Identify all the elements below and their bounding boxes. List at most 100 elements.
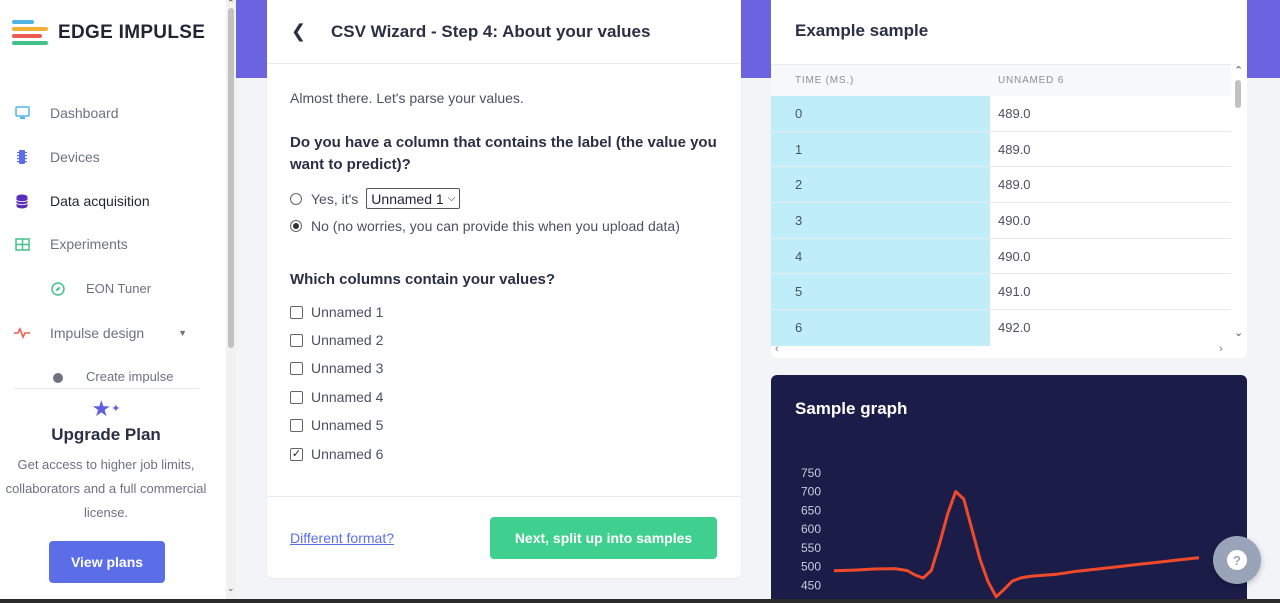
caret-down-icon[interactable]: ▼ <box>178 328 187 338</box>
sidebar-item-label: EON Tuner <box>86 281 152 296</box>
series-line <box>833 490 1200 599</box>
sidebar-item-label: Devices <box>50 149 100 165</box>
time-cell: 3 <box>771 203 990 238</box>
sidebar: EDGE IMPULSE Dashboard Devices Data acqu… <box>0 0 226 603</box>
table-icon <box>14 236 30 252</box>
table-row: 6 492.0 <box>771 310 1231 346</box>
sidebar-divider <box>14 388 199 389</box>
sidebar-item-impulse-design[interactable]: Impulse design ▼ <box>14 325 187 341</box>
value-cell: 489.0 <box>998 177 1031 193</box>
scroll-right-icon[interactable]: › <box>1219 343 1223 355</box>
column-checkbox-unnamed-6[interactable]: ✓ Unnamed 6 <box>290 446 383 462</box>
value-cell: 492.0 <box>998 320 1031 336</box>
help-button[interactable]: ? <box>1213 536 1261 584</box>
scroll-up-icon[interactable]: ⌃ <box>1234 64 1243 77</box>
scroll-down-icon[interactable]: ⌄ <box>227 583 235 594</box>
checkbox[interactable] <box>290 390 303 404</box>
pulse-icon <box>14 325 30 341</box>
chip-icon <box>14 149 30 165</box>
card-footer-divider <box>267 496 741 497</box>
table-row: 3 490.0 <box>771 203 1231 239</box>
sidebar-item-create-impulse[interactable]: Create impulse <box>50 369 173 383</box>
label-option-no[interactable]: No (no worries, you can provide this whe… <box>290 218 680 234</box>
column-checkbox-unnamed-5[interactable]: Unnamed 5 <box>290 417 383 433</box>
different-format-link[interactable]: Different format? <box>290 530 394 546</box>
table-vertical-scrollbar[interactable]: ⌃ ⌄ <box>1231 64 1247 344</box>
checkbox-label: Unnamed 2 <box>311 332 384 348</box>
upgrade-title: Upgrade Plan <box>51 425 161 444</box>
upgrade-panel: ★✦ Upgrade Plan Get access to higher job… <box>0 396 212 525</box>
table-row: 1 489.0 <box>771 131 1231 168</box>
checkbox-label: Unnamed 6 <box>311 446 384 462</box>
label-option-yes[interactable]: Yes, it's Unnamed 1 ⌵ <box>290 188 461 209</box>
option-yes-label: Yes, it's <box>311 190 359 207</box>
checkbox-label: Unnamed 5 <box>311 417 384 433</box>
scrollbar-thumb[interactable] <box>228 8 234 348</box>
checkbox-checked[interactable]: ✓ <box>290 447 303 461</box>
select-value: Unnamed 1 <box>371 190 444 207</box>
time-cell: 5 <box>771 274 990 310</box>
taskbar-strip <box>0 599 1280 603</box>
sidebar-item-label: Data acquisition <box>50 193 150 209</box>
y-tick-label: 550 <box>801 541 821 555</box>
radio-yes[interactable] <box>290 192 302 205</box>
column-header-time: TIME (MS.) <box>795 75 855 86</box>
value-cell: 490.0 <box>998 248 1031 264</box>
time-cell: 6 <box>771 310 990 346</box>
sidebar-item-data-acquisition[interactable]: Data acquisition <box>14 193 150 209</box>
sidebar-item-experiments[interactable]: Experiments <box>14 236 128 252</box>
column-checkbox-unnamed-1[interactable]: Unnamed 1 <box>290 304 383 320</box>
table-row: 4 490.0 <box>771 238 1231 275</box>
sidebar-item-dashboard[interactable]: Dashboard <box>14 105 119 121</box>
sidebar-item-devices[interactable]: Devices <box>14 149 100 165</box>
column-checkbox-unnamed-4[interactable]: Unnamed 4 <box>290 389 383 405</box>
table-row: 0 489.0 <box>771 96 1231 132</box>
scroll-down-icon[interactable]: ⌄ <box>1234 326 1243 339</box>
checkbox[interactable] <box>290 333 303 347</box>
next-split-samples-button[interactable]: Next, split up into samples <box>490 517 717 559</box>
value-columns-question: Which columns contain your values? <box>290 271 556 288</box>
radio-no[interactable] <box>290 220 302 232</box>
scrollbar-thumb[interactable] <box>1235 80 1241 108</box>
checkbox-label: Unnamed 1 <box>311 304 384 320</box>
sidebar-item-label: Create impulse <box>86 369 174 383</box>
y-tick-label: 500 <box>801 560 821 574</box>
back-chevron-icon[interactable]: ❮ <box>291 21 331 42</box>
wizard-title: CSV Wizard - Step 4: About your values <box>331 21 651 41</box>
column-checkbox-unnamed-2[interactable]: Unnamed 2 <box>290 332 383 348</box>
checkbox[interactable] <box>290 305 303 319</box>
chevron-down-icon: ⌵ <box>447 193 456 204</box>
sparkle-star-icon: ★✦ <box>91 396 121 421</box>
view-plans-button[interactable]: View plans <box>49 541 165 583</box>
card-header: ❮ CSV Wizard - Step 4: About your values <box>267 0 741 64</box>
table-row: 2 489.0 <box>771 167 1231 204</box>
column-checkbox-unnamed-3[interactable]: Unnamed 3 <box>290 360 383 376</box>
sidebar-scrollbar[interactable]: ⌃ ⌄ <box>226 0 236 603</box>
table-row: 5 491.0 <box>771 274 1231 311</box>
table-horizontal-scrollbar[interactable]: ‹ › <box>771 343 1231 357</box>
sidebar-item-label: Dashboard <box>50 105 119 121</box>
example-sample-title: Example sample <box>795 21 929 40</box>
wizard-intro: Almost there. Let's parse your values. <box>290 90 524 106</box>
table-header: TIME (MS.) UNNAMED 6 <box>771 64 1231 96</box>
monitor-icon <box>14 105 30 121</box>
sample-graph-title: Sample graph <box>795 399 908 418</box>
sidebar-item-label: Impulse design <box>50 325 145 341</box>
time-cell: 0 <box>771 96 990 131</box>
value-cell: 490.0 <box>998 212 1031 228</box>
checkbox[interactable] <box>290 418 303 432</box>
checkbox-label: Unnamed 3 <box>311 360 384 376</box>
checkbox[interactable] <box>290 361 303 375</box>
scroll-left-icon[interactable]: ‹ <box>775 343 779 355</box>
y-tick-label: 450 <box>801 578 821 592</box>
edge-impulse-logo-icon <box>12 20 48 46</box>
sidebar-item-eon-tuner[interactable]: EON Tuner <box>50 281 151 296</box>
sample-graph-card: 750 700 650 600 550 500 450 Sample graph <box>771 375 1247 603</box>
brand-name: EDGE IMPULSE <box>58 22 206 43</box>
example-sample-card: Example sample TIME (MS.) UNNAMED 6 0 489… <box>771 0 1247 358</box>
label-column-question: Do you have a column that contains the l… <box>290 134 717 173</box>
brand-logo[interactable]: EDGE IMPULSE <box>12 20 205 46</box>
column-header-value: UNNAMED 6 <box>998 75 1065 86</box>
label-column-select[interactable]: Unnamed 1 ⌵ <box>366 188 461 209</box>
compass-icon <box>50 281 66 296</box>
